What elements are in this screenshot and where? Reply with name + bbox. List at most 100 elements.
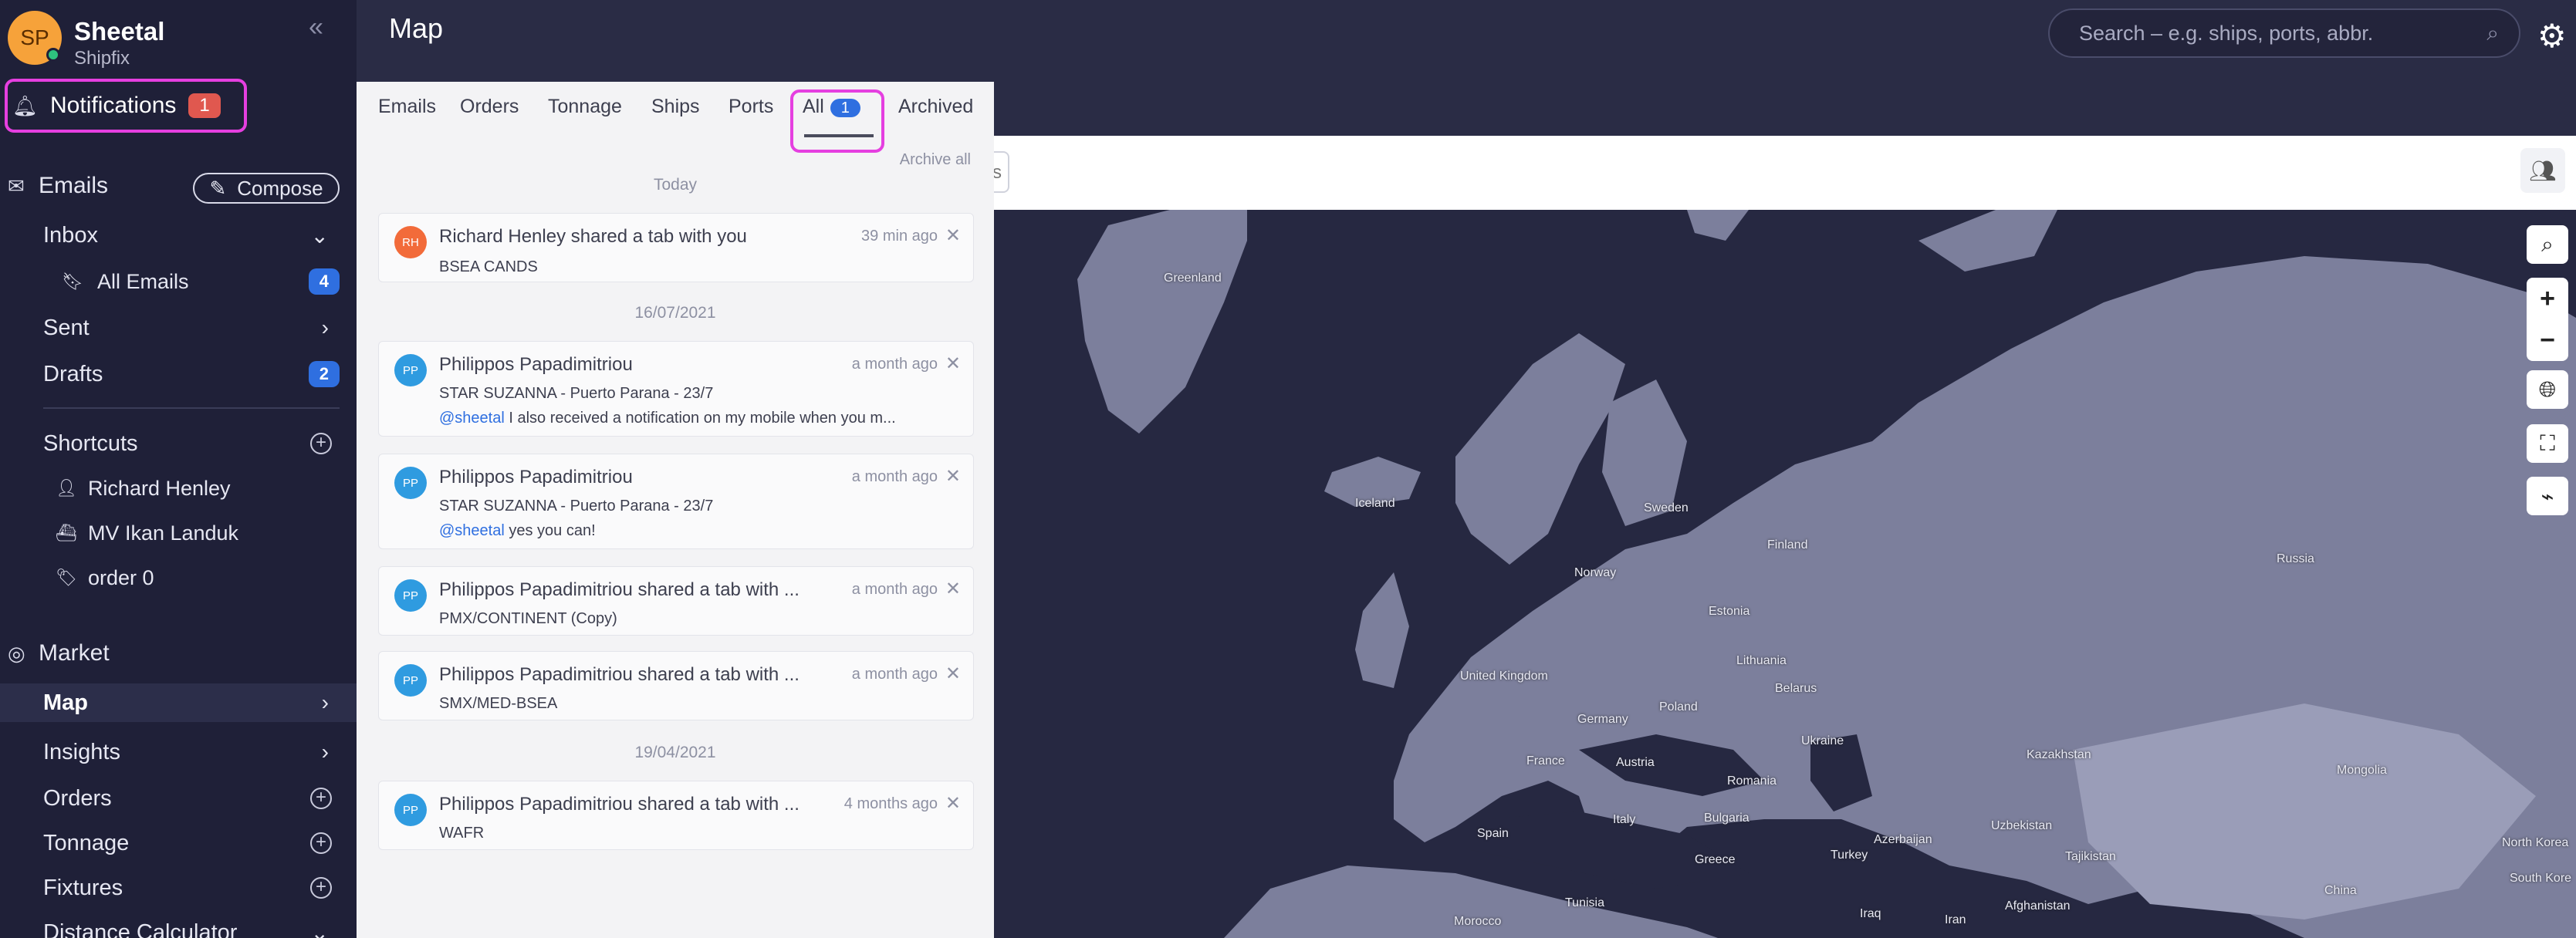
- archive-all-link[interactable]: Archive all: [900, 151, 971, 169]
- close-icon[interactable]: ✕: [945, 792, 961, 815]
- map-label: Lithuania: [1736, 654, 1787, 667]
- shortcut-item[interactable]: 👤︎ Richard Henley: [0, 469, 357, 508]
- map-label: France: [1526, 754, 1565, 768]
- map-label: Turkey: [1831, 849, 1868, 862]
- page-title: Map: [389, 12, 444, 44]
- map-label: Italy: [1613, 813, 1636, 826]
- avatar-initials: SP: [20, 25, 49, 49]
- sidebar-item-inbox[interactable]: Inbox ⌄: [0, 216, 357, 255]
- sidebar-item-tonnage[interactable]: Tonnage +: [0, 824, 357, 862]
- notification-title: Richard Henley shared a tab with you: [439, 226, 747, 247]
- avatar[interactable]: SP: [8, 11, 62, 65]
- zoom-in-icon[interactable]: +: [2527, 278, 2568, 319]
- market-section-header[interactable]: ◎ Market: [0, 634, 357, 673]
- map-label: Azerbaijan: [1874, 833, 1932, 846]
- notification-card[interactable]: PP Philippos Papadimitriou a month ago ✕…: [378, 454, 974, 549]
- add-fixture-icon[interactable]: +: [310, 877, 332, 899]
- orders-label: Orders: [43, 785, 112, 811]
- avatar-initials: RH: [402, 235, 419, 249]
- compose-button[interactable]: ✎ Compose: [193, 173, 340, 204]
- profile-header[interactable]: SP Sheetal Shipfix: [5, 6, 352, 69]
- zoom-out-icon[interactable]: −: [2527, 319, 2568, 361]
- globe-icon[interactable]: 🌐︎: [2527, 370, 2568, 409]
- people-icon[interactable]: 👥︎: [2520, 148, 2565, 193]
- tab-archived[interactable]: Archived: [898, 96, 973, 118]
- avatar-initials: PP: [402, 476, 418, 490]
- toolbar-partial-button[interactable]: s: [992, 151, 1009, 193]
- notification-card[interactable]: PP Philippos Papadimitriou shared a tab …: [378, 781, 974, 850]
- tab-orders[interactable]: Orders: [460, 96, 519, 118]
- notifications-button[interactable]: 🔔︎ Notifications 1: [5, 79, 247, 133]
- sidebar-item-drafts[interactable]: Drafts 2: [0, 355, 357, 393]
- sidebar-item-map[interactable]: Map ›: [0, 683, 357, 722]
- add-tonnage-icon[interactable]: +: [310, 832, 332, 854]
- sidebar-item-all-emails[interactable]: 🔖︎ All Emails 4: [0, 262, 357, 301]
- add-order-icon[interactable]: +: [310, 788, 332, 809]
- sidebar-item-fixtures[interactable]: Fixtures +: [0, 869, 357, 907]
- search-icon[interactable]: ⌕: [2486, 21, 2499, 46]
- date-separator: 19/04/2021: [634, 744, 716, 761]
- collapse-sidebar-icon[interactable]: «: [309, 12, 323, 42]
- fixtures-label: Fixtures: [43, 875, 123, 900]
- mention[interactable]: @sheetal: [439, 522, 505, 539]
- map-label: China: [2324, 884, 2357, 897]
- sidebar-item-insights[interactable]: Insights ›: [0, 733, 357, 771]
- tab-all[interactable]: All 1: [803, 96, 860, 118]
- map-canvas[interactable]: Greenland Iceland Sweden Finland Norway …: [992, 210, 2576, 938]
- chevron-right-icon: ›: [321, 315, 329, 339]
- map-label: Morocco: [1454, 915, 1502, 928]
- tab-emails[interactable]: Emails: [378, 96, 436, 118]
- notification-subject: STAR SUZANNA - Puerto Parana - 23/7: [439, 498, 714, 515]
- notification-card[interactable]: PP Philippos Papadimitriou shared a tab …: [378, 651, 974, 720]
- avatar: PP: [394, 794, 427, 826]
- emails-header-label: Emails: [39, 173, 109, 198]
- notification-time: 39 min ago: [861, 228, 938, 245]
- map-search-icon[interactable]: ⌕: [2527, 225, 2568, 264]
- sidebar-item-shortcuts[interactable]: Shortcuts +: [0, 424, 357, 463]
- map-label: Map: [43, 690, 88, 715]
- notifications-label: Notifications: [50, 93, 177, 118]
- tab-ports[interactable]: Ports: [729, 96, 773, 118]
- distance-calculator-label: Distance Calculator: [43, 919, 238, 938]
- notification-card[interactable]: PP Philippos Papadimitriou shared a tab …: [378, 566, 974, 636]
- map-label: Greece: [1695, 853, 1736, 866]
- map-label: Kazakhstan: [2027, 748, 2091, 761]
- notification-card[interactable]: PP Philippos Papadimitriou a month ago ✕…: [378, 341, 974, 437]
- shortcut-label: Richard Henley: [87, 476, 231, 500]
- notification-card[interactable]: RH Richard Henley shared a tab with you …: [378, 213, 974, 282]
- tab-ships[interactable]: Ships: [651, 96, 700, 118]
- notification-title: Philippos Papadimitriou: [439, 354, 633, 375]
- shortcut-item[interactable]: ⛴︎ MV Ikan Landuk: [0, 514, 357, 552]
- all-emails-count-badge: 4: [308, 268, 340, 295]
- close-icon[interactable]: ✕: [945, 353, 961, 375]
- map-label: South Kore: [2510, 872, 2572, 885]
- avatar: PP: [394, 579, 427, 612]
- close-icon[interactable]: ✕: [945, 465, 961, 488]
- sidebar-item-orders[interactable]: Orders +: [0, 779, 357, 818]
- shortcut-label: MV Ikan Landuk: [87, 521, 239, 545]
- measure-icon[interactable]: ⌁: [2527, 477, 2568, 515]
- map-label: Russia: [2277, 552, 2314, 565]
- mention[interactable]: @sheetal: [439, 410, 505, 427]
- notification-subject: SMX/MED-BSEA: [439, 695, 558, 712]
- ship-icon: ⛴︎: [56, 523, 77, 542]
- gear-icon[interactable]: ⚙: [2537, 17, 2567, 55]
- drafts-label: Drafts: [43, 361, 103, 386]
- close-icon[interactable]: ✕: [945, 224, 961, 247]
- map-label: Poland: [1659, 700, 1698, 714]
- sidebar-item-sent[interactable]: Sent ›: [0, 309, 357, 347]
- route-icon[interactable]: ⛶: [2527, 424, 2568, 463]
- shortcut-item[interactable]: 🏷︎ order 0: [0, 558, 357, 597]
- tab-tonnage[interactable]: Tonnage: [548, 96, 622, 118]
- tag-icon: 🏷︎: [56, 568, 77, 587]
- notification-time: 4 months ago: [843, 795, 938, 812]
- sidebar-item-distance-calculator[interactable]: Distance Calculator ⌄: [0, 913, 357, 938]
- avatar-initials: PP: [402, 803, 418, 817]
- chevron-down-icon: ⌄: [310, 920, 329, 938]
- map-label: Ukraine: [1801, 734, 1844, 747]
- search-input[interactable]: Search – e.g. ships, ports, abbr. ⌕: [2048, 8, 2520, 58]
- map-label: Iran: [1945, 913, 1966, 926]
- close-icon[interactable]: ✕: [945, 663, 961, 685]
- close-icon[interactable]: ✕: [945, 578, 961, 600]
- add-shortcut-icon[interactable]: +: [310, 433, 332, 454]
